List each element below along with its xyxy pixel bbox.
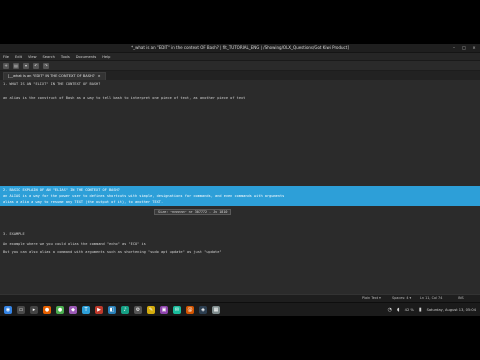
document-tab[interactable]: [__what is an "EDIT" IN THE CONTEXT OF B…: [3, 72, 106, 80]
insert-mode: INS: [458, 296, 464, 300]
menu-view[interactable]: View: [28, 55, 37, 59]
settings-icon[interactable]: ⚙: [134, 305, 142, 314]
menu-edit[interactable]: Edit: [15, 55, 22, 59]
notes-icon[interactable]: ✎: [147, 305, 155, 314]
redo-icon[interactable]: ↷: [43, 62, 49, 69]
editor-line: 1. WHAT IS AN "ELIXT" IN THE CONTEXT OF …: [3, 82, 101, 86]
taskbar: ◉ ▭ ▸ ● ● ◆ T ▶ ◧ ♪ ⚙ ✎ ▣ ✉ @ ◈ ▦ ◔ ◖ 42…: [0, 302, 480, 316]
video-letterbox-bottom: [0, 316, 480, 360]
desktop-screen: *_what is an "EDIT" in the context OF Ba…: [0, 44, 480, 316]
editor-line: 3. EXAMPLE: [3, 232, 25, 236]
cursor-position: Ln 11, Col 74: [420, 296, 443, 300]
undo-icon[interactable]: ↶: [33, 62, 39, 69]
tab-bar: [__what is an "EDIT" IN THE CONTEXT OF B…: [0, 71, 480, 80]
menu-file[interactable]: File: [3, 55, 9, 59]
tab-label: [__what is an "EDIT" IN THE CONTEXT OF B…: [8, 74, 95, 78]
window-controls: – □ ×: [451, 45, 477, 51]
toolbar: + ▤ ▾ ↶ ↷: [0, 61, 480, 71]
status-bar: Plain Text ▾ Spaces: 4 ▾ Ln 11, Col 74 I…: [0, 294, 480, 302]
calendar-icon[interactable]: ▦: [212, 305, 220, 314]
firefox-icon[interactable]: ●: [43, 305, 51, 314]
menu-bar: File Edit View Search Tools Documents He…: [0, 53, 480, 61]
minimize-icon[interactable]: –: [451, 45, 457, 51]
video-letterbox-top: [0, 0, 480, 44]
window-title: *_what is an "EDIT" in the context OF Ba…: [131, 45, 349, 50]
tab-close-icon[interactable]: ×: [98, 73, 101, 80]
battery-icon[interactable]: ▮: [419, 307, 422, 313]
editor-line: But you can also alias a command with ar…: [3, 250, 222, 254]
volume-level: 42 %: [404, 308, 414, 312]
menu-tools[interactable]: Tools: [61, 55, 70, 59]
video-icon[interactable]: ▶: [95, 305, 103, 314]
tab-width-selector[interactable]: Spaces: 4 ▾: [392, 296, 411, 300]
text-editor[interactable]: 1. WHAT IS AN "ELIXT" IN THE CONTEXT OF …: [0, 80, 480, 294]
selection-tooltip: Size: ~nnnnnn~ nr 307772 - Jv 1810: [154, 209, 232, 215]
clock[interactable]: Saturday, August 13, 05:04: [427, 308, 476, 312]
editor-line: An example where we you could alias the …: [3, 242, 146, 246]
menu-help[interactable]: Help: [102, 55, 110, 59]
save-icon[interactable]: ▾: [23, 62, 29, 69]
text-icon[interactable]: T: [82, 305, 90, 314]
files-icon[interactable]: ▭: [17, 305, 25, 314]
network-icon[interactable]: ◔: [388, 307, 392, 313]
menu-documents[interactable]: Documents: [76, 55, 97, 59]
window-titlebar[interactable]: *_what is an "EDIT" in the context OF Ba…: [0, 44, 480, 53]
store-icon[interactable]: ▣: [160, 305, 168, 314]
editor-line: an alias is the construct of Bash as a w…: [3, 96, 246, 100]
volume-icon[interactable]: ◖: [397, 307, 400, 313]
chrome-icon[interactable]: ●: [56, 305, 64, 314]
editor-line-selected: 2. BASIC EXPLAIN OF AN "ELIAS" IN THE CO…: [3, 188, 120, 192]
close-icon[interactable]: ×: [471, 45, 477, 51]
open-file-icon[interactable]: ▤: [13, 62, 19, 69]
language-selector[interactable]: Plain Text ▾: [362, 296, 381, 300]
system-tray: ◔ ◖ 42 % ▮ Saturday, August 13, 05:04: [388, 303, 476, 316]
editor-line-selected: alias a alia a way to resume any TEXT (t…: [3, 200, 164, 204]
music-icon[interactable]: ♪: [121, 305, 129, 314]
terminal-icon[interactable]: ▸: [30, 305, 38, 314]
mail-icon[interactable]: @: [186, 305, 194, 314]
chat-icon[interactable]: ✉: [173, 305, 181, 314]
editor-line-selected: an ALIAS is a way for the power user to …: [3, 194, 285, 198]
menu-search[interactable]: Search: [43, 55, 55, 59]
shield-icon[interactable]: ◈: [199, 305, 207, 314]
menu-icon[interactable]: ◉: [4, 305, 12, 314]
image-icon[interactable]: ◆: [69, 305, 77, 314]
code-icon[interactable]: ◧: [108, 305, 116, 314]
new-file-icon[interactable]: +: [3, 62, 9, 69]
maximize-icon[interactable]: □: [461, 45, 467, 51]
